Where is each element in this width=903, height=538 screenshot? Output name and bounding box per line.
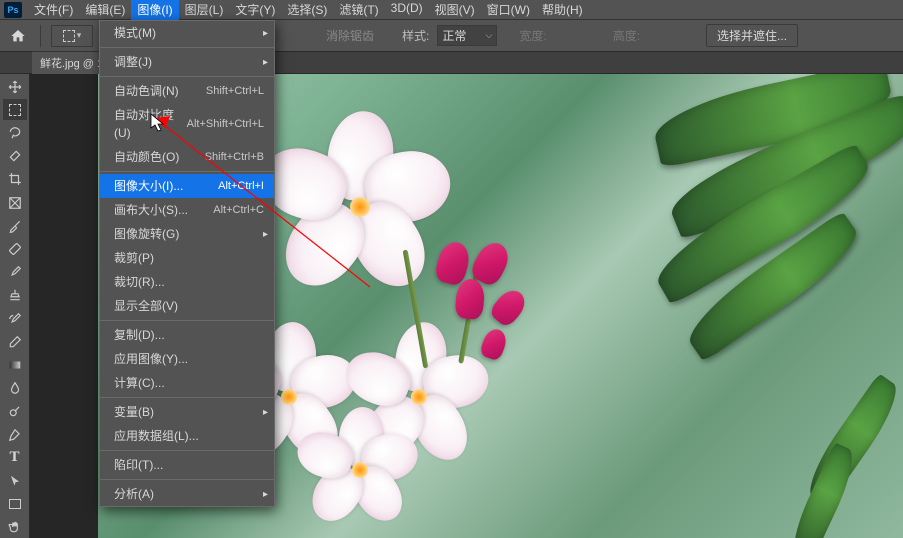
home-icon[interactable] <box>6 24 30 48</box>
magic-wand-tool-icon[interactable] <box>3 146 27 167</box>
menu-item[interactable]: 文件(F) <box>28 0 79 20</box>
height-label: 高度: <box>613 27 640 44</box>
menu-separator <box>100 320 274 321</box>
image-menu-dropdown: 模式(M) 调整(J) 自动色调(N)Shift+Ctrl+L自动对比度(U)Alt… <box>99 20 275 507</box>
menu-dropdown-item[interactable]: 应用图像(Y)... <box>100 347 274 371</box>
menu-dropdown-item[interactable]: 图像旋转(G) <box>100 222 274 246</box>
lasso-tool-icon[interactable] <box>3 122 27 143</box>
menu-dropdown-item[interactable]: 裁剪(P) <box>100 246 274 270</box>
move-tool-icon[interactable] <box>3 76 27 97</box>
hand-tool-icon[interactable] <box>3 517 27 538</box>
blur-tool-icon[interactable] <box>3 378 27 399</box>
select-mask-button[interactable]: 选择并遮住... <box>706 24 798 47</box>
menu-dropdown-item[interactable]: 复制(D)... <box>100 323 274 347</box>
antialias-label: 消除锯齿 <box>318 25 382 46</box>
menu-item[interactable]: 视图(V) <box>429 0 481 20</box>
crop-tool-icon[interactable] <box>3 169 27 190</box>
menu-dropdown-item[interactable]: 应用数据组(L)... <box>100 424 274 448</box>
menu-dropdown-item[interactable]: 显示全部(V) <box>100 294 274 318</box>
frame-tool-icon[interactable] <box>3 192 27 213</box>
toolbox: T <box>0 74 30 538</box>
menu-item[interactable]: 窗口(W) <box>481 0 536 20</box>
menu-dropdown-item[interactable]: 计算(C)... <box>100 371 274 395</box>
menu-separator <box>100 47 274 48</box>
healing-tool-icon[interactable] <box>3 238 27 259</box>
menu-item[interactable]: 选择(S) <box>281 0 333 20</box>
menu-dropdown-item[interactable]: 分析(A) <box>100 482 274 506</box>
shape-tool-icon[interactable] <box>3 494 27 515</box>
menu-separator <box>100 171 274 172</box>
menu-dropdown-item[interactable]: 裁切(R)... <box>100 270 274 294</box>
menu-separator <box>100 450 274 451</box>
menu-dropdown-item[interactable]: 自动对比度(U)Alt+Shift+Ctrl+L <box>100 103 274 145</box>
stamp-tool-icon[interactable] <box>3 285 27 306</box>
width-label: 宽度: <box>519 27 546 44</box>
menu-separator <box>100 76 274 77</box>
menubar: Ps 文件(F)编辑(E)图像(I)图层(L)文字(Y)选择(S)滤镜(T)3D… <box>0 0 903 20</box>
marquee-tool-button[interactable]: ▾ <box>51 25 93 47</box>
menu-dropdown-item[interactable]: 调整(J) <box>100 50 274 74</box>
chevron-down-icon: ⌵ <box>486 30 493 41</box>
pen-tool-icon[interactable] <box>3 424 27 445</box>
menu-separator <box>100 397 274 398</box>
eyedropper-tool-icon[interactable] <box>3 215 27 236</box>
style-label: 样式: <box>402 27 429 44</box>
menu-dropdown-item[interactable]: 模式(M) <box>100 21 274 45</box>
menu-dropdown-item[interactable]: 图像大小(I)...Alt+Ctrl+I <box>100 174 274 198</box>
menu-item[interactable]: 3D(D) <box>385 0 429 20</box>
type-tool-icon[interactable]: T <box>3 447 27 468</box>
menu-item[interactable]: 文字(Y) <box>229 0 281 20</box>
history-brush-tool-icon[interactable] <box>3 308 27 329</box>
menu-separator <box>100 479 274 480</box>
menu-item[interactable]: 图像(I) <box>131 0 178 20</box>
marquee-tool-icon[interactable] <box>3 99 27 120</box>
menu-item[interactable]: 图层(L) <box>179 0 230 20</box>
brush-tool-icon[interactable] <box>3 262 27 283</box>
menu-item[interactable]: 编辑(E) <box>79 0 131 20</box>
menu-item[interactable]: 滤镜(T) <box>333 0 384 20</box>
separator <box>40 25 41 47</box>
gradient-tool-icon[interactable] <box>3 354 27 375</box>
menu-dropdown-item[interactable]: 自动颜色(O)Shift+Ctrl+B <box>100 145 274 169</box>
menu-dropdown-item[interactable]: 自动色调(N)Shift+Ctrl+L <box>100 79 274 103</box>
ps-logo-icon: Ps <box>4 2 22 18</box>
style-dropdown[interactable]: 正常 ⌵ <box>437 25 497 46</box>
path-select-tool-icon[interactable] <box>3 470 27 491</box>
menu-dropdown-item[interactable]: 画布大小(S)...Alt+Ctrl+C <box>100 198 274 222</box>
menu-dropdown-item[interactable]: 陷印(T)... <box>100 453 274 477</box>
menu-dropdown-item[interactable]: 变量(B) <box>100 400 274 424</box>
style-value: 正常 <box>442 27 466 44</box>
dodge-tool-icon[interactable] <box>3 401 27 422</box>
eraser-tool-icon[interactable] <box>3 331 27 352</box>
menu-item[interactable]: 帮助(H) <box>536 0 589 20</box>
